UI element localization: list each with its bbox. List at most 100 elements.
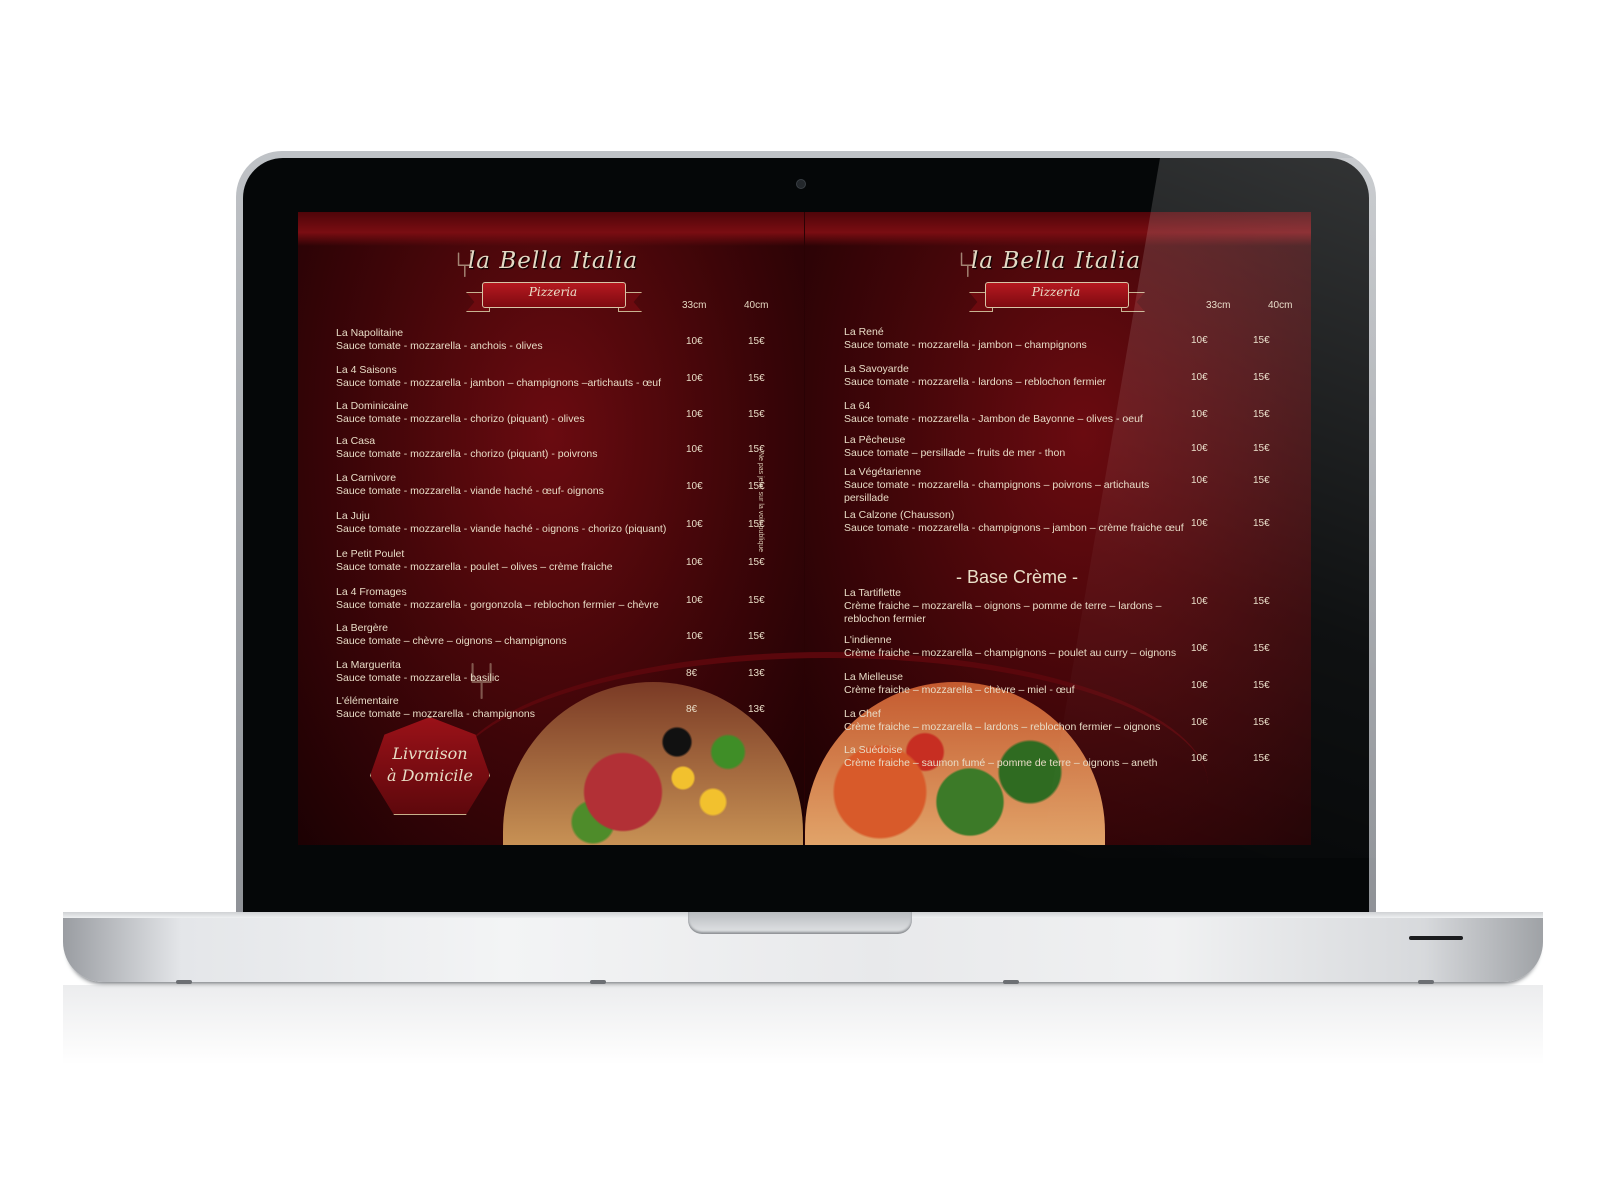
delivery-badge-line2: à Domicile bbox=[386, 766, 474, 785]
price-40cm: 15€ bbox=[1253, 372, 1270, 383]
menu-item-description: Crème fraiche – saumon fumé – pomme de t… bbox=[844, 757, 1158, 769]
menu-item-description: Sauce tomate - mozzarella - poulet – oli… bbox=[336, 561, 613, 573]
menu-item: La Mielleuse Crème fraiche – mozzarella –… bbox=[844, 671, 1194, 697]
menu-item-name: L'élémentaire bbox=[336, 695, 399, 707]
menu-item-name: La Marguerita bbox=[336, 659, 401, 671]
menu-item-name: La 64 bbox=[844, 400, 871, 412]
price-40cm: 15€ bbox=[748, 595, 765, 606]
price-40cm: 15€ bbox=[1253, 717, 1270, 728]
price-40cm: 15€ bbox=[748, 519, 765, 530]
price-33cm: 10€ bbox=[686, 444, 703, 455]
price-40cm: 15€ bbox=[748, 373, 765, 384]
price-40cm: 13€ bbox=[748, 668, 765, 679]
menu-item: La Calzone (Chausson) Sauce tomate - mozz… bbox=[844, 509, 1194, 535]
menu-item-name: La Végétarienne bbox=[844, 466, 922, 478]
menu-item: La Bergère Sauce tomate – chèvre – oignon… bbox=[336, 622, 686, 648]
menu-item: La Juju Sauce tomate - mozzarella - viand… bbox=[336, 510, 686, 536]
menu-item-description: Crème fraiche – mozzarella – champignons… bbox=[844, 647, 1177, 659]
menu-item-name: La Suédoise bbox=[844, 744, 903, 756]
menu-item-name: La Chef bbox=[844, 708, 881, 720]
price-40cm: 13€ bbox=[748, 704, 765, 715]
column-header-33: 33cm bbox=[1206, 300, 1231, 311]
price-33cm: 10€ bbox=[1191, 409, 1208, 420]
menu-item: La Tartiflette Crème fraiche – mozzarella… bbox=[844, 587, 1194, 626]
menu-item-name: La Napolitaine bbox=[336, 327, 404, 339]
price-33cm: 10€ bbox=[1191, 518, 1208, 529]
logo-title: la Bella Italia bbox=[970, 248, 1142, 274]
price-40cm: 15€ bbox=[1253, 409, 1270, 420]
menu-item-name: La Casa bbox=[336, 435, 376, 447]
price-33cm: 10€ bbox=[686, 557, 703, 568]
menu-item: La René Sauce tomate - mozzarella - jambo… bbox=[844, 326, 1194, 352]
menu-item-name: L'indienne bbox=[844, 634, 892, 646]
menu-item: La Savoyarde Sauce tomate - mozzarella - … bbox=[844, 363, 1194, 389]
laptop-foot bbox=[1418, 980, 1434, 984]
menu-item-description: Sauce tomate - mozzarella - chorizo (piq… bbox=[336, 413, 585, 425]
price-40cm: 15€ bbox=[748, 444, 765, 455]
menu-item: La Carnivore Sauce tomate - mozzarella - … bbox=[336, 472, 686, 498]
laptop-foot bbox=[1003, 980, 1019, 984]
menu-item: La Marguerita Sauce tomate - mozzarella -… bbox=[336, 659, 686, 685]
price-40cm: 15€ bbox=[1253, 475, 1270, 486]
price-33cm: 10€ bbox=[686, 519, 703, 530]
logo-left: ⑂ la Bella Italia Pizzeria bbox=[454, 244, 648, 320]
delivery-badge-line1: Livraison bbox=[392, 744, 468, 763]
price-33cm: 10€ bbox=[686, 336, 703, 347]
menu-item-description: Sauce tomate - mozzarella - champignons … bbox=[844, 522, 1184, 534]
menu-item-name: Le Petit Poulet bbox=[336, 548, 405, 560]
price-33cm: 10€ bbox=[1191, 680, 1208, 691]
menu-item-description: Sauce tomate - mozzarella - chorizo (piq… bbox=[336, 448, 598, 460]
menu-item-description: Sauce tomate – persillade – fruits de me… bbox=[844, 447, 1066, 459]
menu-item-description: Sauce tomate - mozzarella - basilic bbox=[336, 672, 500, 684]
price-33cm: 8€ bbox=[686, 704, 698, 715]
price-33cm: 10€ bbox=[1191, 372, 1208, 383]
menu-item-description: Sauce tomate - mozzarella - viande haché… bbox=[336, 523, 667, 535]
logo-subtitle: Pizzeria bbox=[528, 285, 578, 299]
price-33cm: 10€ bbox=[1191, 596, 1208, 607]
table-reflection bbox=[63, 985, 1543, 1065]
column-header-40: 40cm bbox=[744, 300, 769, 311]
menu-item-name: La 4 Fromages bbox=[336, 586, 407, 598]
menu-item: La 64 Sauce tomate - mozzarella - Jambon … bbox=[844, 400, 1194, 426]
menu-item: La 4 Saisons Sauce tomate - mozzarella - … bbox=[336, 364, 686, 390]
price-40cm: 15€ bbox=[748, 409, 765, 420]
price-33cm: 10€ bbox=[686, 409, 703, 420]
menu-item-name: La Carnivore bbox=[336, 472, 397, 484]
logo-right: ⑂ la Bella Italia Pizzeria bbox=[957, 244, 1151, 320]
column-header-40: 40cm bbox=[1268, 300, 1293, 311]
price-33cm: 10€ bbox=[1191, 753, 1208, 764]
menu-item-name: La Pêcheuse bbox=[844, 434, 906, 446]
menu-item: Le Petit Poulet Sauce tomate - mozzarella… bbox=[336, 548, 686, 574]
menu-item: La Pêcheuse Sauce tomate – persillade – f… bbox=[844, 434, 1194, 460]
price-33cm: 8€ bbox=[686, 668, 698, 679]
price-40cm: 15€ bbox=[748, 631, 765, 642]
price-33cm: 10€ bbox=[1191, 717, 1208, 728]
price-40cm: 15€ bbox=[748, 557, 765, 568]
menu-item: La 4 Fromages Sauce tomate - mozzarella -… bbox=[336, 586, 686, 612]
menu-item-name: La Dominicaine bbox=[336, 400, 409, 412]
menu-item-description: Sauce tomate - mozzarella - lardons – re… bbox=[844, 376, 1107, 388]
price-40cm: 15€ bbox=[1253, 335, 1270, 346]
menu-item-name: La Juju bbox=[336, 510, 370, 522]
menu-item-description: Crème fraiche – mozzarella – chèvre – mi… bbox=[844, 684, 1075, 696]
menu-item-name: La Tartiflette bbox=[844, 587, 902, 599]
laptop-foot bbox=[590, 980, 606, 984]
menu-item-description: Sauce tomate - mozzarella - viande haché… bbox=[336, 485, 604, 497]
menu-item: L'élémentaire Sauce tomate – mozzarella -… bbox=[336, 695, 686, 721]
menu-item-description: Sauce tomate - mozzarella - anchois - ol… bbox=[336, 340, 543, 352]
menu-item-description: Crème fraiche – mozzarella – lardons – r… bbox=[844, 721, 1161, 733]
column-header-33: 33cm bbox=[682, 300, 707, 311]
vertical-note: Ne pas jeter sur la voie publique bbox=[757, 452, 764, 553]
menu-item-name: La 4 Saisons bbox=[336, 364, 397, 376]
laptop-screen: ⑂ la Bella Italia Pizzeria ⑂ la Bella It… bbox=[298, 212, 1311, 845]
status-led bbox=[1409, 936, 1463, 940]
menu-item-description: Sauce tomate - mozzarella - jambon – cha… bbox=[844, 339, 1087, 351]
menu-item-name: La René bbox=[844, 326, 884, 338]
price-33cm: 10€ bbox=[1191, 335, 1208, 346]
menu-item-name: La Bergère bbox=[336, 622, 388, 634]
price-40cm: 15€ bbox=[1253, 753, 1270, 764]
price-40cm: 15€ bbox=[1253, 443, 1270, 454]
price-40cm: 15€ bbox=[1253, 596, 1270, 607]
menu-item: La Napolitaine Sauce tomate - mozzarella … bbox=[336, 327, 686, 353]
price-40cm: 15€ bbox=[748, 481, 765, 492]
